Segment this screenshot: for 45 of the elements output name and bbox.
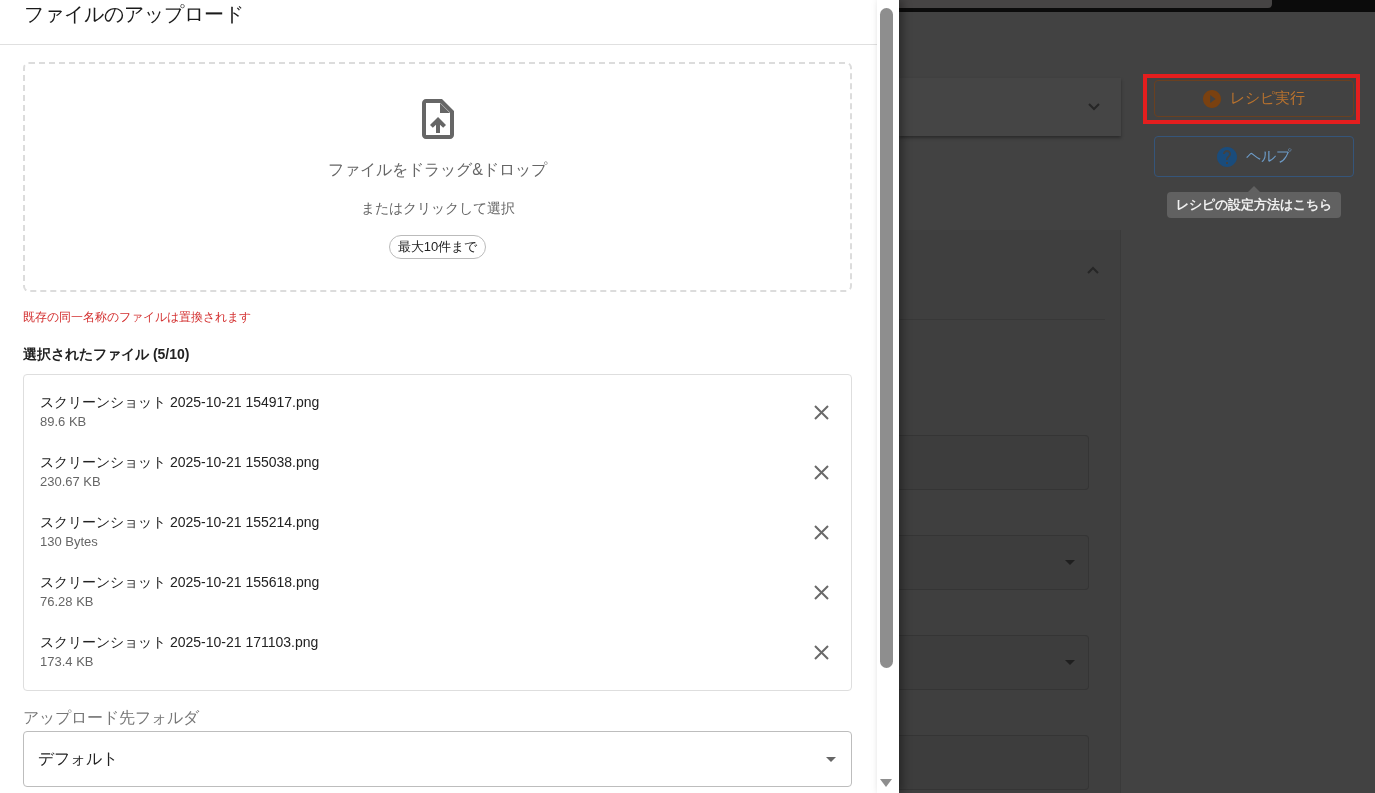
chevron-up-icon[interactable]: [1087, 266, 1099, 274]
file-size: 76.28 KB: [40, 593, 94, 611]
tooltip: レシピの設定方法はこちら: [1167, 192, 1341, 218]
scrollbar-thumb[interactable]: [880, 8, 893, 668]
scroll-down-arrow-icon[interactable]: [880, 779, 892, 787]
folder-select[interactable]: デフォルト: [23, 731, 852, 787]
file-size: 230.67 KB: [40, 473, 101, 491]
remove-file-button[interactable]: [814, 644, 829, 660]
file-name: スクリーンショット 2025-10-21 155618.png: [40, 573, 320, 592]
dropdown-caret-icon: [1065, 660, 1075, 665]
play-icon: [1203, 89, 1221, 108]
file-upload-icon: [421, 99, 454, 139]
help-button[interactable]: ヘルプ: [1154, 136, 1354, 177]
select-field[interactable]: [899, 535, 1089, 590]
file-name: スクリーンショット 2025-10-21 155214.png: [40, 513, 320, 532]
selected-files-heading: 選択されたファイル (5/10): [23, 345, 190, 364]
dropdown-caret-icon: [1065, 560, 1075, 565]
file-size: 173.4 KB: [40, 653, 94, 671]
remove-file-button[interactable]: [814, 584, 829, 600]
drop-zone[interactable]: ファイルをドラッグ&ドロップ またはクリックして選択 最大10件まで: [23, 62, 852, 292]
drop-zone-hint: またはクリックして選択: [360, 199, 515, 218]
file-name: スクリーンショット 2025-10-21 171103.png: [40, 633, 319, 652]
remove-file-button[interactable]: [814, 464, 829, 480]
file-name: スクリーンショット 2025-10-21 154917.png: [40, 393, 320, 412]
input-field[interactable]: [899, 735, 1089, 790]
replace-warning: 既存の同一名称のファイルは置換されます: [23, 309, 251, 326]
dialog-title: ファイルのアップロード: [24, 2, 244, 27]
file-size: 130 Bytes: [40, 533, 98, 551]
close-icon: [814, 464, 829, 480]
chevron-down-icon[interactable]: [1088, 103, 1100, 111]
remove-file-button[interactable]: [814, 404, 829, 420]
close-icon: [814, 644, 829, 660]
tooltip-arrow-icon: [1248, 186, 1260, 192]
close-icon: [814, 524, 829, 540]
remove-file-button[interactable]: [814, 524, 829, 540]
file-size: 89.6 KB: [40, 413, 87, 431]
close-icon: [814, 584, 829, 600]
file-name: スクリーンショット 2025-10-21 155038.png: [40, 453, 320, 472]
close-icon: [814, 404, 829, 420]
input-field[interactable]: [899, 435, 1089, 490]
folder-label: アップロード先フォルダ: [23, 708, 199, 728]
select-field[interactable]: [899, 635, 1089, 690]
dropdown-caret-icon: [826, 756, 836, 762]
help-icon: [1217, 146, 1237, 167]
drop-zone-instruction: ファイルをドラッグ&ドロップ: [328, 160, 547, 180]
